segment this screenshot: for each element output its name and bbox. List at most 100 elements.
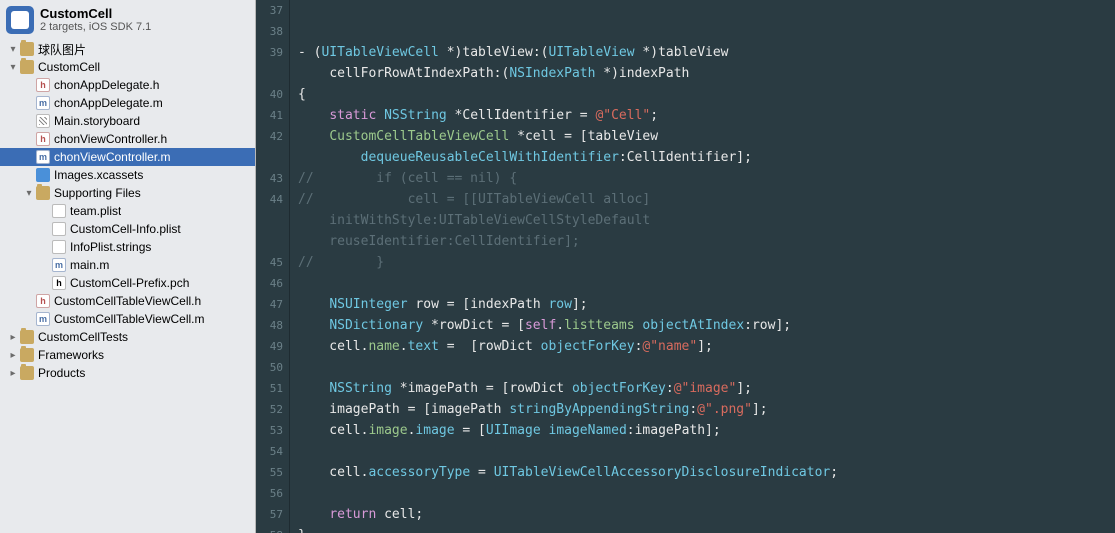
tree-item[interactable]: Main.storyboard bbox=[0, 112, 255, 130]
h-icon: h bbox=[36, 78, 50, 92]
line-number: 43 bbox=[256, 168, 283, 189]
code-line[interactable]: static NSString *CellIdentifier = @"Cell… bbox=[298, 105, 1115, 126]
line-number: 40 bbox=[256, 84, 283, 105]
project-subtitle: 2 targets, iOS SDK 7.1 bbox=[40, 21, 151, 33]
tree-item-label: CustomCell-Prefix.pch bbox=[70, 276, 189, 290]
tree-item[interactable]: mchonAppDelegate.m bbox=[0, 94, 255, 112]
code-line[interactable]: NSString *imagePath = [rowDict objectFor… bbox=[298, 378, 1115, 399]
folder-icon bbox=[20, 60, 34, 74]
line-number: 45 bbox=[256, 252, 283, 273]
tree-item-label: chonViewController.h bbox=[54, 132, 167, 146]
h-icon: h bbox=[36, 294, 50, 308]
tree-item[interactable]: InfoPlist.strings bbox=[0, 238, 255, 256]
code-line[interactable]: } bbox=[298, 525, 1115, 533]
code-line[interactable]: // if (cell == nil) { bbox=[298, 168, 1115, 189]
code-line[interactable]: initWithStyle:UITableViewCellStyleDefaul… bbox=[298, 210, 1115, 231]
code-line[interactable]: cell.accessoryType = UITableViewCellAcce… bbox=[298, 462, 1115, 483]
tree-item[interactable]: hchonViewController.h bbox=[0, 130, 255, 148]
line-number: 39 bbox=[256, 42, 283, 63]
code-line[interactable]: cell.name.text = [rowDict objectForKey:@… bbox=[298, 336, 1115, 357]
code-line[interactable]: dequeueReusableCellWithIdentifier:CellId… bbox=[298, 147, 1115, 168]
line-number: 42 bbox=[256, 126, 283, 147]
sb-icon bbox=[36, 114, 50, 128]
line-number: 50 bbox=[256, 357, 283, 378]
line-number: 51 bbox=[256, 378, 283, 399]
tree-item[interactable]: h chonAppDelegate.h bbox=[0, 76, 255, 94]
folder-icon bbox=[20, 348, 34, 362]
tree-item[interactable]: hCustomCell-Prefix.pch bbox=[0, 274, 255, 292]
code-line[interactable] bbox=[298, 483, 1115, 504]
tree-item-label: Frameworks bbox=[38, 348, 104, 362]
m-icon: m bbox=[36, 312, 50, 326]
project-navigator[interactable]: CustomCell 2 targets, iOS SDK 7.1 ▾球队图片▾… bbox=[0, 0, 256, 533]
code-line[interactable] bbox=[298, 0, 1115, 21]
code-line[interactable]: cellForRowAtIndexPath:(NSIndexPath *)ind… bbox=[298, 63, 1115, 84]
disclosure-triangle-icon[interactable]: ▾ bbox=[8, 62, 18, 73]
code-line[interactable]: // } bbox=[298, 252, 1115, 273]
tree-item-label: CustomCell-Info.plist bbox=[70, 222, 181, 236]
tree-item[interactable]: ▾ 球队图片 bbox=[0, 40, 255, 58]
tree-item[interactable]: ▸ Frameworks bbox=[0, 346, 255, 364]
disclosure-triangle-icon[interactable]: ▾ bbox=[24, 188, 34, 199]
tree-item-label: chonAppDelegate.h bbox=[54, 78, 159, 92]
code-line[interactable]: { bbox=[298, 84, 1115, 105]
code-line[interactable] bbox=[298, 357, 1115, 378]
code-line[interactable] bbox=[298, 21, 1115, 42]
tree-item-label: CustomCellTableViewCell.h bbox=[54, 294, 201, 308]
tree-item[interactable]: m CustomCellTableViewCell.m bbox=[0, 310, 255, 328]
code-line[interactable]: NSUInteger row = [indexPath row]; bbox=[298, 294, 1115, 315]
line-number: 49 bbox=[256, 336, 283, 357]
code-line[interactable]: - (UITableViewCell *)tableView:(UITableV… bbox=[298, 42, 1115, 63]
disclosure-triangle-icon[interactable]: ▸ bbox=[8, 368, 18, 379]
tree-item-label: Supporting Files bbox=[54, 186, 141, 200]
disclosure-triangle-icon[interactable]: ▾ bbox=[8, 44, 18, 55]
project-header[interactable]: CustomCell 2 targets, iOS SDK 7.1 bbox=[0, 2, 255, 40]
tree-item-label: InfoPlist.strings bbox=[70, 240, 151, 254]
tree-item-label: CustomCellTests bbox=[38, 330, 128, 344]
tree-item[interactable]: h CustomCellTableViewCell.h bbox=[0, 292, 255, 310]
code-area[interactable]: - (UITableViewCell *)tableView:(UITableV… bbox=[290, 0, 1115, 533]
tree-item[interactable]: ▸ CustomCellTests bbox=[0, 328, 255, 346]
tree-item-label: Main.storyboard bbox=[54, 114, 140, 128]
strings-icon bbox=[52, 240, 66, 254]
line-number: 57 bbox=[256, 504, 283, 525]
code-line[interactable]: NSDictionary *rowDict = [self.listteams … bbox=[298, 315, 1115, 336]
disclosure-triangle-icon[interactable]: ▸ bbox=[8, 350, 18, 361]
file-tree[interactable]: ▾ 球队图片 ▾ CustomCell h chonAppDelegate.h mchonA… bbox=[0, 40, 255, 382]
line-number: 54 bbox=[256, 441, 283, 462]
tree-item[interactable]: Images.xcassets bbox=[0, 166, 255, 184]
code-line[interactable]: CustomCellTableViewCell *cell = [tableVi… bbox=[298, 126, 1115, 147]
assets-icon bbox=[36, 168, 50, 182]
line-number: 56 bbox=[256, 483, 283, 504]
tree-item-label: CustomCell bbox=[38, 60, 100, 74]
line-number: 53 bbox=[256, 420, 283, 441]
tree-item[interactable]: team.plist bbox=[0, 202, 255, 220]
line-number: 38 bbox=[256, 21, 283, 42]
disclosure-triangle-icon[interactable]: ▸ bbox=[8, 332, 18, 343]
tree-item[interactable]: mmain.m bbox=[0, 256, 255, 274]
tree-item[interactable]: mchonViewController.m bbox=[0, 148, 255, 166]
tree-item[interactable]: ▸Products bbox=[0, 364, 255, 382]
code-line[interactable]: reuseIdentifier:CellIdentifier]; bbox=[298, 231, 1115, 252]
code-line[interactable] bbox=[298, 273, 1115, 294]
tree-item[interactable]: ▾ CustomCell bbox=[0, 58, 255, 76]
line-number: 41 bbox=[256, 105, 283, 126]
code-editor[interactable]: 3738394041424344454647484950515253545556… bbox=[256, 0, 1115, 533]
plist-icon bbox=[52, 204, 66, 218]
code-line[interactable]: // cell = [[UITableViewCell alloc] bbox=[298, 189, 1115, 210]
line-number: 55 bbox=[256, 462, 283, 483]
tree-item-label: CustomCellTableViewCell.m bbox=[54, 312, 205, 326]
line-number: 58 bbox=[256, 525, 283, 533]
code-line[interactable]: imagePath = [imagePath stringByAppending… bbox=[298, 399, 1115, 420]
tree-item-label: 球队图片 bbox=[38, 41, 86, 58]
m-icon: m bbox=[36, 96, 50, 110]
code-line[interactable]: cell.image.image = [UIImage imageNamed:i… bbox=[298, 420, 1115, 441]
tree-item[interactable]: CustomCell-Info.plist bbox=[0, 220, 255, 238]
line-number: 48 bbox=[256, 315, 283, 336]
line-number bbox=[256, 231, 283, 252]
folder-icon bbox=[20, 330, 34, 344]
line-number: 52 bbox=[256, 399, 283, 420]
code-line[interactable] bbox=[298, 441, 1115, 462]
tree-item[interactable]: ▾ Supporting Files bbox=[0, 184, 255, 202]
code-line[interactable]: return cell; bbox=[298, 504, 1115, 525]
